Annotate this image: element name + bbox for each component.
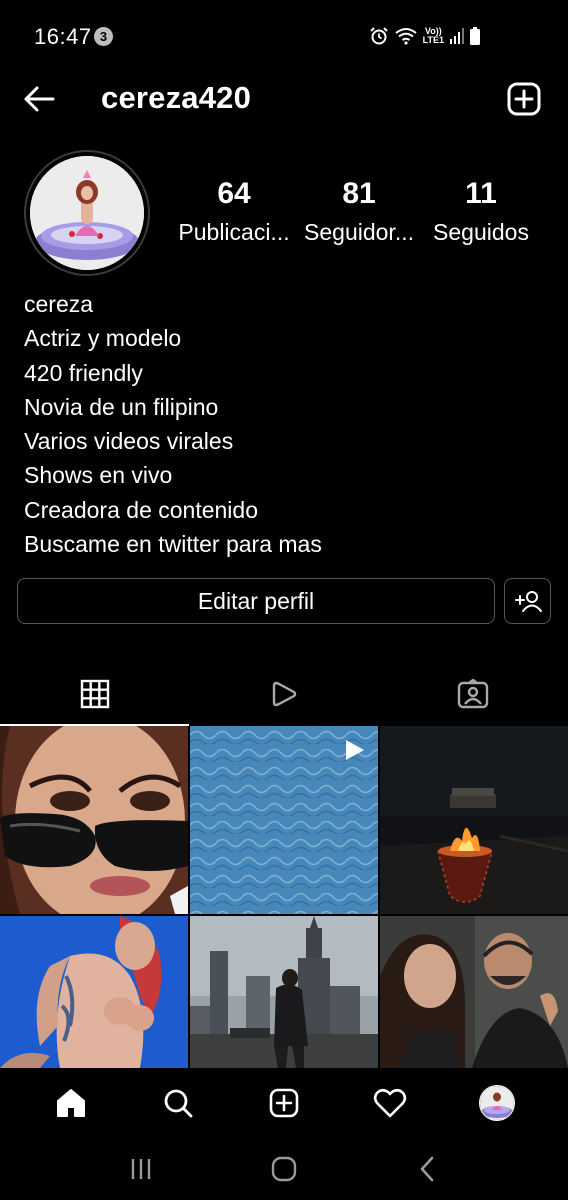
- bottom-navigation: [0, 1068, 568, 1138]
- profile-bio: cereza Actriz y modelo 420 friendly Novi…: [24, 287, 544, 561]
- bio-line: Shows en vivo: [24, 462, 173, 489]
- tab-reels[interactable]: [189, 664, 378, 724]
- grid-post[interactable]: [380, 726, 568, 914]
- signal-icon: [450, 28, 464, 44]
- recent-apps-icon: [132, 1159, 151, 1179]
- grid-post[interactable]: [190, 916, 378, 1068]
- status-time: 16:47: [34, 24, 92, 49]
- nav-home[interactable]: [43, 1075, 99, 1131]
- followers-count: 81: [342, 177, 376, 210]
- followers-label: Seguidor...: [304, 219, 414, 245]
- avatar-image: [30, 156, 144, 270]
- back-chevron-icon: [420, 1156, 433, 1182]
- city-tower-image: [190, 916, 378, 1068]
- battery-icon: [470, 27, 480, 45]
- bio-line: 420 friendly: [24, 359, 143, 386]
- profile-tabs: [0, 664, 568, 726]
- bio-line: Actriz y modelo: [24, 325, 182, 352]
- following-count: 11: [465, 177, 497, 210]
- tab-tagged[interactable]: [379, 664, 568, 724]
- home-icon: [57, 1089, 86, 1117]
- bio-line: Novia de un filipino: [24, 393, 219, 420]
- add-person-icon: [514, 591, 542, 612]
- tattoo-blue-background-image: [0, 916, 188, 1068]
- posts-label: Publicaci...: [178, 219, 290, 245]
- create-post-icon: [269, 1088, 299, 1118]
- nav-create[interactable]: [256, 1075, 312, 1131]
- following-label: Seguidos: [433, 219, 529, 245]
- stat-posts[interactable]: 64 Publicaci...: [170, 175, 298, 255]
- tab-posts-grid[interactable]: [0, 664, 190, 726]
- edit-profile-button[interactable]: Editar perfil: [17, 578, 495, 624]
- reels-icon: [272, 681, 297, 707]
- profile-nav-avatar: [478, 1085, 515, 1121]
- bio-line: Buscame en twitter para mas: [24, 531, 322, 558]
- fire-pit-night-image: [380, 726, 568, 914]
- system-navigation-bar: [0, 1138, 568, 1200]
- posts-grid: [0, 726, 568, 1068]
- posts-count: 64: [217, 177, 251, 210]
- tagged-icon: [458, 679, 489, 709]
- grid-post[interactable]: [0, 726, 188, 914]
- couple-selfie-image: [380, 916, 568, 1068]
- nav-activity[interactable]: [362, 1075, 418, 1131]
- grid-icon: [80, 679, 109, 709]
- home-pill-icon: [271, 1156, 297, 1182]
- search-icon: [164, 1089, 192, 1118]
- recent-apps-button[interactable]: [117, 1145, 165, 1193]
- nav-search[interactable]: [150, 1075, 206, 1131]
- grid-post[interactable]: [380, 916, 568, 1068]
- heart-icon: [374, 1088, 407, 1118]
- profile-stats: 64 Publicaci... 81 Seguidor... 11 Seguid…: [170, 175, 542, 255]
- profile-header: cereza420: [0, 70, 568, 130]
- new-post-icon[interactable]: [507, 82, 541, 116]
- profile-avatar[interactable]: [30, 156, 144, 270]
- reel-indicator-icon: [346, 740, 364, 760]
- home-system-button[interactable]: [260, 1145, 308, 1193]
- back-arrow-icon[interactable]: [22, 82, 56, 116]
- profile-avatar-ring[interactable]: [24, 150, 150, 276]
- back-system-button[interactable]: [403, 1145, 451, 1193]
- status-icons: Vo)) LTE1: [369, 24, 480, 48]
- bio-line: Creadora de contenido: [24, 496, 258, 523]
- discover-people-button[interactable]: [504, 578, 551, 624]
- stat-followers[interactable]: 81 Seguidor...: [298, 175, 420, 255]
- stat-following[interactable]: 11 Seguidos: [420, 175, 542, 255]
- selfie-sunglasses-image: [0, 726, 188, 914]
- notification-count-badge: 3: [94, 27, 113, 46]
- grid-post[interactable]: [190, 726, 378, 914]
- network-type-label: Vo)) LTE1: [422, 26, 444, 45]
- mini-avatar-image: [479, 1086, 514, 1120]
- grid-post[interactable]: [0, 916, 188, 1068]
- wifi-icon: [395, 28, 417, 45]
- status-bar: 16:47 3 Vo)) LTE1: [0, 0, 568, 70]
- alarm-icon: [369, 27, 388, 45]
- bio-line: Varios videos virales: [24, 428, 234, 455]
- nav-profile[interactable]: [469, 1075, 525, 1131]
- bio-name: cereza: [24, 291, 94, 317]
- profile-username: cereza420: [101, 80, 252, 115]
